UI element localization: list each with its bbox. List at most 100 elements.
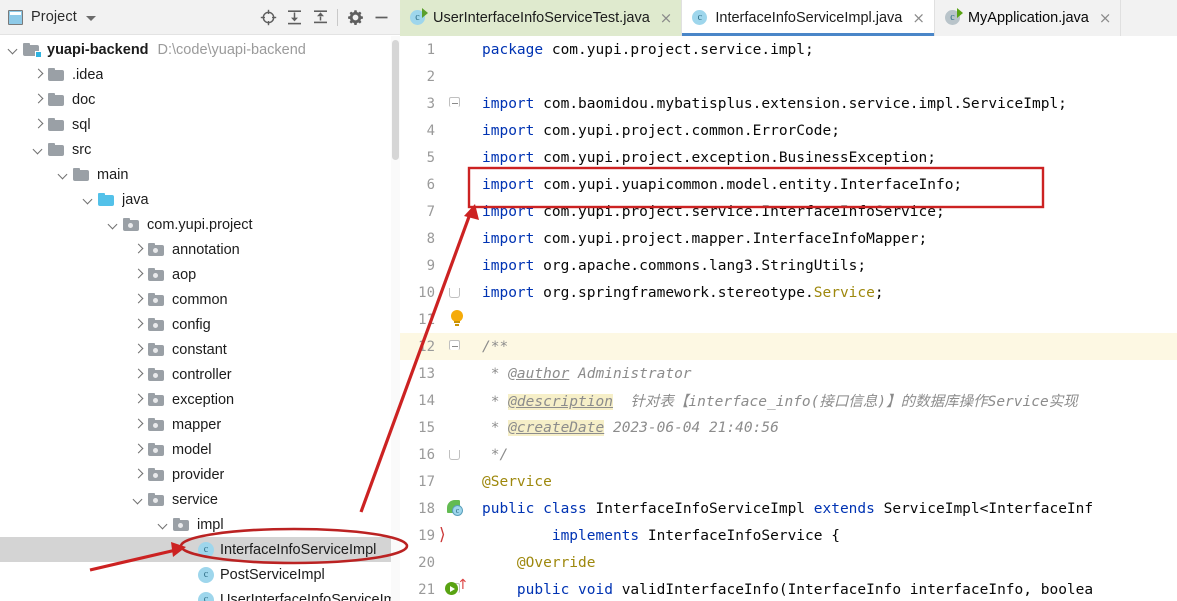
code-fold-icon[interactable] (449, 97, 460, 107)
chevron-right-icon[interactable] (131, 292, 146, 307)
chevron-right-icon[interactable] (31, 92, 46, 107)
tree-item-model[interactable]: model (0, 437, 400, 462)
chevron-right-icon[interactable] (131, 417, 146, 432)
code-line-14[interactable]: 14 * @description 针对表【interface_info(接口信… (400, 387, 1177, 414)
editor-gutter[interactable]: c (437, 495, 472, 522)
sidebar-scrollbar-thumb[interactable] (392, 40, 399, 160)
locate-target-icon[interactable] (255, 4, 281, 30)
tree-item-doc[interactable]: doc (0, 87, 400, 112)
code-fold-icon[interactable] (449, 340, 460, 350)
chevron-down-icon[interactable] (56, 167, 71, 182)
code-line-19[interactable]: 19 ⟩ implements InterfaceInfoService { (400, 522, 1177, 549)
code-line-20[interactable]: 20 @Override (400, 549, 1177, 576)
editor-tab-1[interactable]: c InterfaceInfoServiceImpl.java × (682, 0, 935, 36)
editor-gutter[interactable] (437, 387, 472, 414)
code-line-7[interactable]: 7 import com.yupi.project.service.Interfa… (400, 198, 1177, 225)
tree-item-PostServiceImpl[interactable]: c PostServiceImpl (0, 562, 400, 587)
code-line-3[interactable]: 3 import com.baomidou.mybatisplus.extensi… (400, 90, 1177, 117)
editor-gutter[interactable] (437, 414, 472, 441)
intention-bulb-icon[interactable] (450, 310, 464, 327)
code-line-9[interactable]: 9 import org.apache.commons.lang3.StringU… (400, 252, 1177, 279)
tree-item-common[interactable]: common (0, 287, 400, 312)
tab-close-icon[interactable]: × (912, 10, 925, 26)
minimize-icon[interactable] (368, 4, 394, 30)
editor-gutter[interactable] (437, 549, 472, 576)
editor-gutter[interactable] (437, 333, 472, 360)
editor-gutter[interactable] (437, 63, 472, 90)
chevron-down-icon[interactable] (85, 15, 96, 21)
editor-gutter[interactable] (437, 90, 472, 117)
chevron-down-icon[interactable] (6, 42, 21, 57)
chevron-right-icon[interactable] (131, 317, 146, 332)
tree-item-service[interactable]: service (0, 487, 400, 512)
code-fold-icon[interactable] (449, 450, 460, 460)
tree-item-UserInterfaceInfoServiceImpl[interactable]: c UserInterfaceInfoServiceIm (0, 587, 400, 601)
chevron-right-icon[interactable] (131, 342, 146, 357)
editor-gutter[interactable]: ⟩ (437, 522, 472, 549)
editor-gutter[interactable] (437, 144, 472, 171)
tree-item-com.yupi.project[interactable]: com.yupi.project (0, 212, 400, 237)
editor-gutter[interactable] (437, 306, 472, 333)
tab-close-icon[interactable]: × (660, 10, 673, 26)
tree-item-idea[interactable]: .idea (0, 62, 400, 87)
tree-item-main[interactable]: main (0, 162, 400, 187)
tree-item-src[interactable]: src (0, 137, 400, 162)
tree-item-exception[interactable]: exception (0, 387, 400, 412)
code-line-15[interactable]: 15 * @createDate 2023-06-04 21:40:56 (400, 414, 1177, 441)
tree-item-controller[interactable]: controller (0, 362, 400, 387)
editor-tab-2[interactable]: c MyApplication.java × (934, 0, 1122, 36)
editor-gutter[interactable] (437, 441, 472, 468)
tree-item-aop[interactable]: aop (0, 262, 400, 287)
editor-gutter[interactable] (437, 468, 472, 495)
chevron-down-icon[interactable] (106, 217, 121, 232)
tree-item-java[interactable]: java (0, 187, 400, 212)
code-line-18[interactable]: 18 c public class InterfaceInfoServiceImpl… (400, 495, 1177, 522)
chevron-right-icon[interactable] (31, 117, 46, 132)
editor-gutter[interactable] (437, 36, 472, 63)
chevron-down-icon[interactable] (81, 192, 96, 207)
editor-tab-0[interactable]: c UserInterfaceInfoServiceTest.java × (400, 0, 683, 36)
chevron-right-icon[interactable] (131, 392, 146, 407)
overriding-method-icon[interactable]: ↑ (457, 578, 469, 592)
project-tree[interactable]: yuapi-backend D:\code\yuapi-backend .idea d… (0, 35, 400, 601)
code-line-4[interactable]: 4 import com.yupi.project.common.ErrorCod… (400, 117, 1177, 144)
editor-gutter[interactable] (437, 279, 472, 306)
tree-item-config[interactable]: config (0, 312, 400, 337)
code-fold-icon[interactable] (449, 288, 460, 298)
code-line-17[interactable]: 17 @Service (400, 468, 1177, 495)
code-line-2[interactable]: 2 (400, 63, 1177, 90)
spring-bean-gutter-icon[interactable]: c (447, 500, 464, 517)
code-line-11[interactable]: 11 (400, 306, 1177, 333)
code-line-21[interactable]: 21 ↑ public void validInterfaceInfo(Inter… (400, 576, 1177, 601)
tree-item-InterfaceInfoServiceImpl[interactable]: c InterfaceInfoServiceImpl (0, 537, 400, 562)
code-line-16[interactable]: 16 */ (400, 441, 1177, 468)
chevron-right-icon[interactable] (131, 467, 146, 482)
tree-item-impl[interactable]: impl (0, 512, 400, 537)
editor-gutter[interactable]: ↑ (437, 576, 472, 601)
code-line-6[interactable]: 6 import com.yupi.yuapicommon.model.entit… (400, 171, 1177, 198)
code-line-13[interactable]: 13 * @author Administrator (400, 360, 1177, 387)
collapse-all-icon[interactable] (307, 4, 333, 30)
tree-item-yuapi-backend[interactable]: yuapi-backend D:\code\yuapi-backend (0, 37, 400, 62)
editor-gutter[interactable] (437, 225, 472, 252)
code-line-10[interactable]: 10 import org.springframework.stereotype.… (400, 279, 1177, 306)
tree-item-constant[interactable]: constant (0, 337, 400, 362)
chevron-down-icon[interactable] (131, 492, 146, 507)
code-line-1[interactable]: 1 package com.yupi.project.service.impl; (400, 36, 1177, 63)
settings-gear-icon[interactable] (342, 4, 368, 30)
code-line-12[interactable]: 12 /** (400, 333, 1177, 360)
tab-close-icon[interactable]: × (1099, 10, 1112, 26)
implementing-method-gutter-icon[interactable]: ⟩ (439, 527, 452, 544)
editor-gutter[interactable] (437, 117, 472, 144)
editor-gutter[interactable] (437, 360, 472, 387)
chevron-right-icon[interactable] (131, 267, 146, 282)
chevron-right-icon[interactable] (131, 442, 146, 457)
chevron-right-icon[interactable] (31, 67, 46, 82)
tree-item-mapper[interactable]: mapper (0, 412, 400, 437)
tree-item-sql[interactable]: sql (0, 112, 400, 137)
editor-gutter[interactable] (437, 252, 472, 279)
chevron-down-icon[interactable] (31, 142, 46, 157)
expand-all-icon[interactable] (281, 4, 307, 30)
chevron-right-icon[interactable] (131, 367, 146, 382)
chevron-right-icon[interactable] (131, 242, 146, 257)
